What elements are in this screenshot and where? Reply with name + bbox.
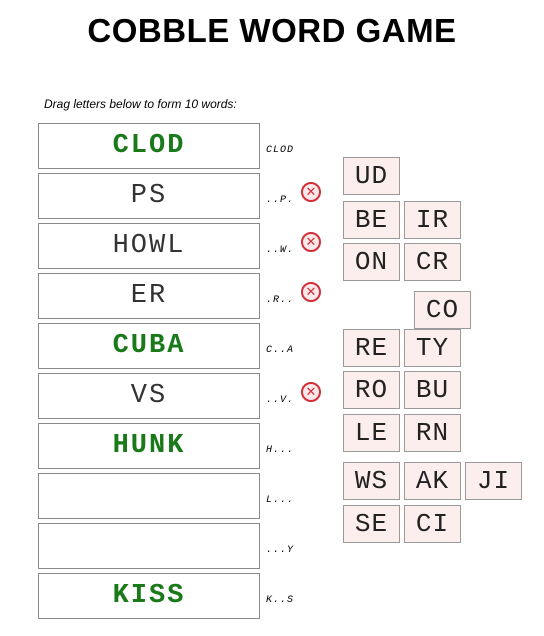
x-circle-icon[interactable]: ✕ bbox=[301, 282, 321, 302]
word-hint: ..V. bbox=[266, 395, 295, 406]
letter-tile[interactable]: RN bbox=[404, 414, 461, 452]
letter-tile[interactable]: TY bbox=[404, 329, 461, 367]
letter-tile[interactable]: SE bbox=[343, 505, 400, 543]
letter-tile[interactable]: UD bbox=[343, 157, 400, 195]
letter-tile[interactable]: BE bbox=[343, 201, 400, 239]
game-title: COBBLE WORD GAME bbox=[87, 12, 457, 49]
word-hint: H... bbox=[266, 445, 295, 456]
letter-tile[interactable]: CR bbox=[404, 243, 461, 281]
word-slot[interactable]: PS bbox=[38, 173, 260, 219]
x-circle-icon[interactable]: ✕ bbox=[301, 382, 321, 402]
letter-tile[interactable]: RO bbox=[343, 371, 400, 409]
word-slot[interactable]: ER bbox=[38, 273, 260, 319]
letter-tile[interactable]: WS bbox=[343, 462, 400, 500]
word-hint: L... bbox=[266, 495, 295, 506]
x-circle-icon[interactable]: ✕ bbox=[301, 232, 321, 252]
instructions: Drag letters below to form 10 words: bbox=[44, 97, 237, 111]
word-hint: ..P. bbox=[266, 195, 295, 206]
word-slot[interactable]: VS bbox=[38, 373, 260, 419]
word-hint: CLOD bbox=[266, 145, 295, 156]
word-hint: C..A bbox=[266, 345, 295, 356]
word-hint: K..S bbox=[266, 595, 295, 606]
letter-tile[interactable]: IR bbox=[404, 201, 461, 239]
word-slot[interactable]: KISS bbox=[38, 573, 260, 619]
letter-tile[interactable]: LE bbox=[343, 414, 400, 452]
letter-tile[interactable]: ON bbox=[343, 243, 400, 281]
word-slot[interactable] bbox=[38, 473, 260, 519]
word-slot[interactable] bbox=[38, 523, 260, 569]
word-slot[interactable]: HOWL bbox=[38, 223, 260, 269]
word-hint: .R.. bbox=[266, 295, 295, 306]
letter-tile[interactable]: AK bbox=[404, 462, 461, 500]
letter-tile[interactable]: BU bbox=[404, 371, 461, 409]
letter-tile[interactable]: JI bbox=[465, 462, 522, 500]
word-hint: ..W. bbox=[266, 245, 295, 256]
word-slot[interactable]: CLOD bbox=[38, 123, 260, 169]
letter-tile[interactable]: RE bbox=[343, 329, 400, 367]
x-circle-icon[interactable]: ✕ bbox=[301, 182, 321, 202]
word-hint: ...Y bbox=[266, 545, 295, 556]
word-slot[interactable]: CUBA bbox=[38, 323, 260, 369]
letter-tile[interactable]: CI bbox=[404, 505, 461, 543]
word-slot[interactable]: HUNK bbox=[38, 423, 260, 469]
letter-tile[interactable]: CO bbox=[414, 291, 471, 329]
